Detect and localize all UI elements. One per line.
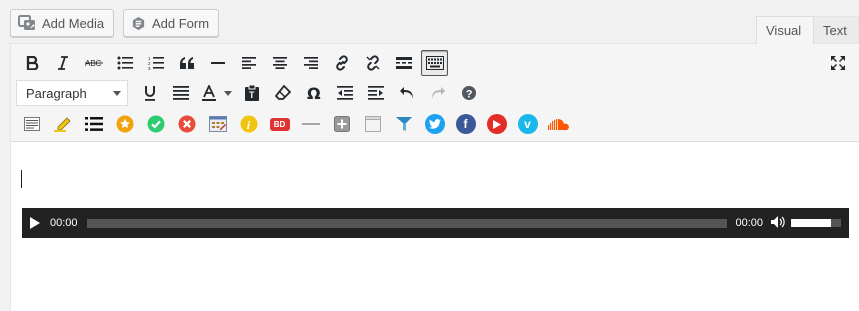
undo-icon[interactable] [391, 80, 422, 106]
check-badge-icon[interactable] [140, 111, 171, 137]
add-form-button[interactable]: Add Form [123, 9, 220, 37]
add-form-label: Add Form [152, 15, 210, 31]
add-media-button[interactable]: Add Media [10, 9, 115, 37]
svg-text:3: 3 [148, 66, 151, 70]
outdent-icon[interactable] [329, 80, 360, 106]
editor: ABC 123 Paragraph T Ω ? i BD f v 00:00 0… [10, 43, 859, 311]
indent-icon[interactable] [360, 80, 391, 106]
redo-icon[interactable] [422, 80, 453, 106]
flag-icon[interactable] [388, 111, 419, 137]
tab-text-label: Text [823, 22, 847, 38]
tab-visual-label: Visual [766, 23, 802, 38]
insert-link-icon[interactable] [326, 50, 357, 76]
toolbar-row-2: Paragraph T Ω ? [16, 80, 484, 106]
cross-badge-icon[interactable] [171, 111, 202, 137]
volume-icon[interactable] [771, 215, 787, 231]
justify-icon[interactable] [165, 80, 196, 106]
underline-icon[interactable] [134, 80, 165, 106]
star-badge-icon[interactable] [109, 111, 140, 137]
text-document-icon[interactable] [16, 111, 47, 137]
form-icon [131, 16, 146, 31]
remove-link-icon[interactable] [357, 50, 388, 76]
plus-box-icon[interactable] [326, 111, 357, 137]
bd-badge-icon[interactable]: BD [264, 111, 295, 137]
toolbar-toggle-icon[interactable] [421, 50, 448, 76]
align-left-icon[interactable] [233, 50, 264, 76]
vimeo-icon[interactable]: v [512, 111, 543, 137]
current-time: 00:00 [50, 217, 78, 229]
format-select-value: Paragraph [26, 85, 87, 101]
play-icon[interactable] [30, 217, 40, 229]
numbered-list-icon[interactable]: 123 [140, 50, 171, 76]
svg-text:?: ? [465, 89, 472, 101]
volume-slider[interactable] [791, 219, 841, 227]
media-icon [18, 15, 36, 31]
chevron-down-icon [113, 90, 121, 96]
blockquote-icon[interactable] [171, 50, 202, 76]
strikethrough-icon[interactable]: ABC [78, 50, 109, 76]
text-cursor [21, 170, 22, 188]
editor-toolbar: ABC 123 Paragraph T Ω ? i BD f v [11, 44, 859, 142]
editor-content[interactable]: 00:00 00:00 [11, 143, 859, 311]
text-color-icon[interactable] [196, 80, 236, 106]
twitter-icon[interactable] [419, 111, 450, 137]
svg-text:Ω: Ω [307, 85, 321, 101]
special-character-icon[interactable]: Ω [298, 80, 329, 106]
horizontal-line-icon[interactable] [202, 50, 233, 76]
youtube-icon[interactable] [481, 111, 512, 137]
progress-rail[interactable] [86, 218, 728, 228]
calendar-icon[interactable] [202, 111, 233, 137]
toolbar-row-1: ABC 123 [16, 50, 450, 76]
note-icon[interactable] [357, 111, 388, 137]
add-media-label: Add Media [42, 15, 105, 31]
align-center-icon[interactable] [264, 50, 295, 76]
info-icon[interactable]: i [233, 111, 264, 137]
italic-icon[interactable] [47, 50, 78, 76]
list-icon[interactable] [78, 111, 109, 137]
bd-badge-label: BD [269, 117, 290, 131]
bold-icon[interactable] [16, 50, 47, 76]
soundcloud-icon[interactable] [543, 111, 574, 137]
clear-formatting-icon[interactable] [267, 80, 298, 106]
tab-visual[interactable]: Visual [756, 16, 814, 44]
read-more-icon[interactable] [388, 50, 419, 76]
paragraph-format-select[interactable]: Paragraph [16, 80, 128, 106]
facebook-icon[interactable]: f [450, 111, 481, 137]
toolbar-row-3: i BD f v [16, 111, 574, 137]
highlighter-icon[interactable] [47, 111, 78, 137]
divider-icon[interactable] [295, 111, 326, 137]
duration-time: 00:00 [735, 217, 763, 229]
audio-player: 00:00 00:00 [22, 208, 849, 238]
volume-fill [791, 219, 831, 227]
tab-text[interactable]: Text [814, 16, 859, 43]
svg-text:T: T [249, 90, 255, 100]
bullet-list-icon[interactable] [109, 50, 140, 76]
fullscreen-icon[interactable] [827, 52, 849, 74]
help-icon[interactable]: ? [453, 80, 484, 106]
align-right-icon[interactable] [295, 50, 326, 76]
paste-text-icon[interactable]: T [236, 80, 267, 106]
